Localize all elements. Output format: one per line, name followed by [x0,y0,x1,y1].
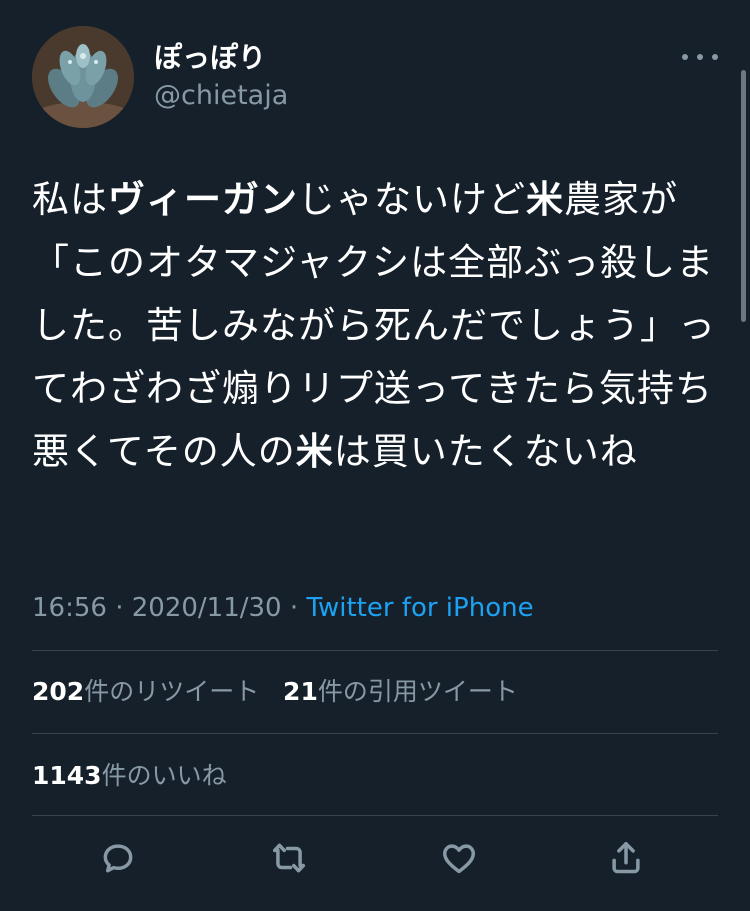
tweet-date: 2020/11/30 [131,593,282,623]
action-bar [0,832,750,884]
share-button[interactable] [600,832,652,884]
tweet-text-segment: 農家が「このオタマジャクシは全部ぶっ殺しました。苦しみながら死んだでしょう」って… [32,178,716,473]
like-button[interactable] [433,832,485,884]
user-handle[interactable]: @chietaja [154,79,288,113]
retweet-icon [273,843,305,873]
likes-stats: 1143件のいいね [32,756,227,796]
tweet-text-bold-segment: 米 [526,178,564,221]
share-icon [612,842,640,874]
likes-stat[interactable]: 1143件のいいね [32,761,227,790]
avatar[interactable] [32,26,134,128]
scrollbar[interactable] [741,70,746,322]
divider [32,650,718,651]
quotes-label: 件の引用ツイート [317,677,518,706]
tweet-source-link[interactable]: Twitter for iPhone [306,593,533,623]
retweet-button[interactable] [263,832,315,884]
tweet-time: 16:56 [32,593,107,623]
more-dot [697,54,703,60]
divider [32,733,718,734]
more-options-icon[interactable] [682,44,718,70]
divider [32,815,718,816]
tweet-text-segment: は買いたくないね [333,430,638,473]
quotes-count: 21 [283,677,318,706]
likes-label: 件のいいね [101,761,227,790]
retweets-count: 202 [32,677,85,706]
tweet-text-segment: じゃないけど [298,178,526,221]
tweet-text-bold-segment: 米 [295,430,334,473]
reply-button[interactable] [92,832,144,884]
tweet-meta: 16:56 · 2020/11/30 · Twitter for iPhone [32,588,534,628]
reply-icon [103,844,133,873]
tweet-text: 私はヴィーガンじゃないけど米農家が「このオタマジャクシは全部ぶっ殺しました。苦し… [32,168,722,483]
retweets-label: 件のリツイート [84,677,260,706]
meta-separator: · [281,593,307,623]
quotes-stat[interactable]: 21件の引用ツイート [283,677,518,706]
retweets-stat[interactable]: 202件のリツイート [32,677,259,706]
retweet-quote-stats: 202件のリツイート 21件の引用ツイート [32,672,518,712]
likes-count: 1143 [32,761,102,790]
display-name[interactable]: ぽっぽり [154,40,266,76]
meta-separator: · [106,593,132,623]
more-dot [712,54,718,60]
more-dot [682,54,688,60]
heart-icon [443,844,475,874]
tweet-text-bold-segment: ヴィーガン [108,178,298,221]
tweet-text-segment: 私は [32,178,108,221]
